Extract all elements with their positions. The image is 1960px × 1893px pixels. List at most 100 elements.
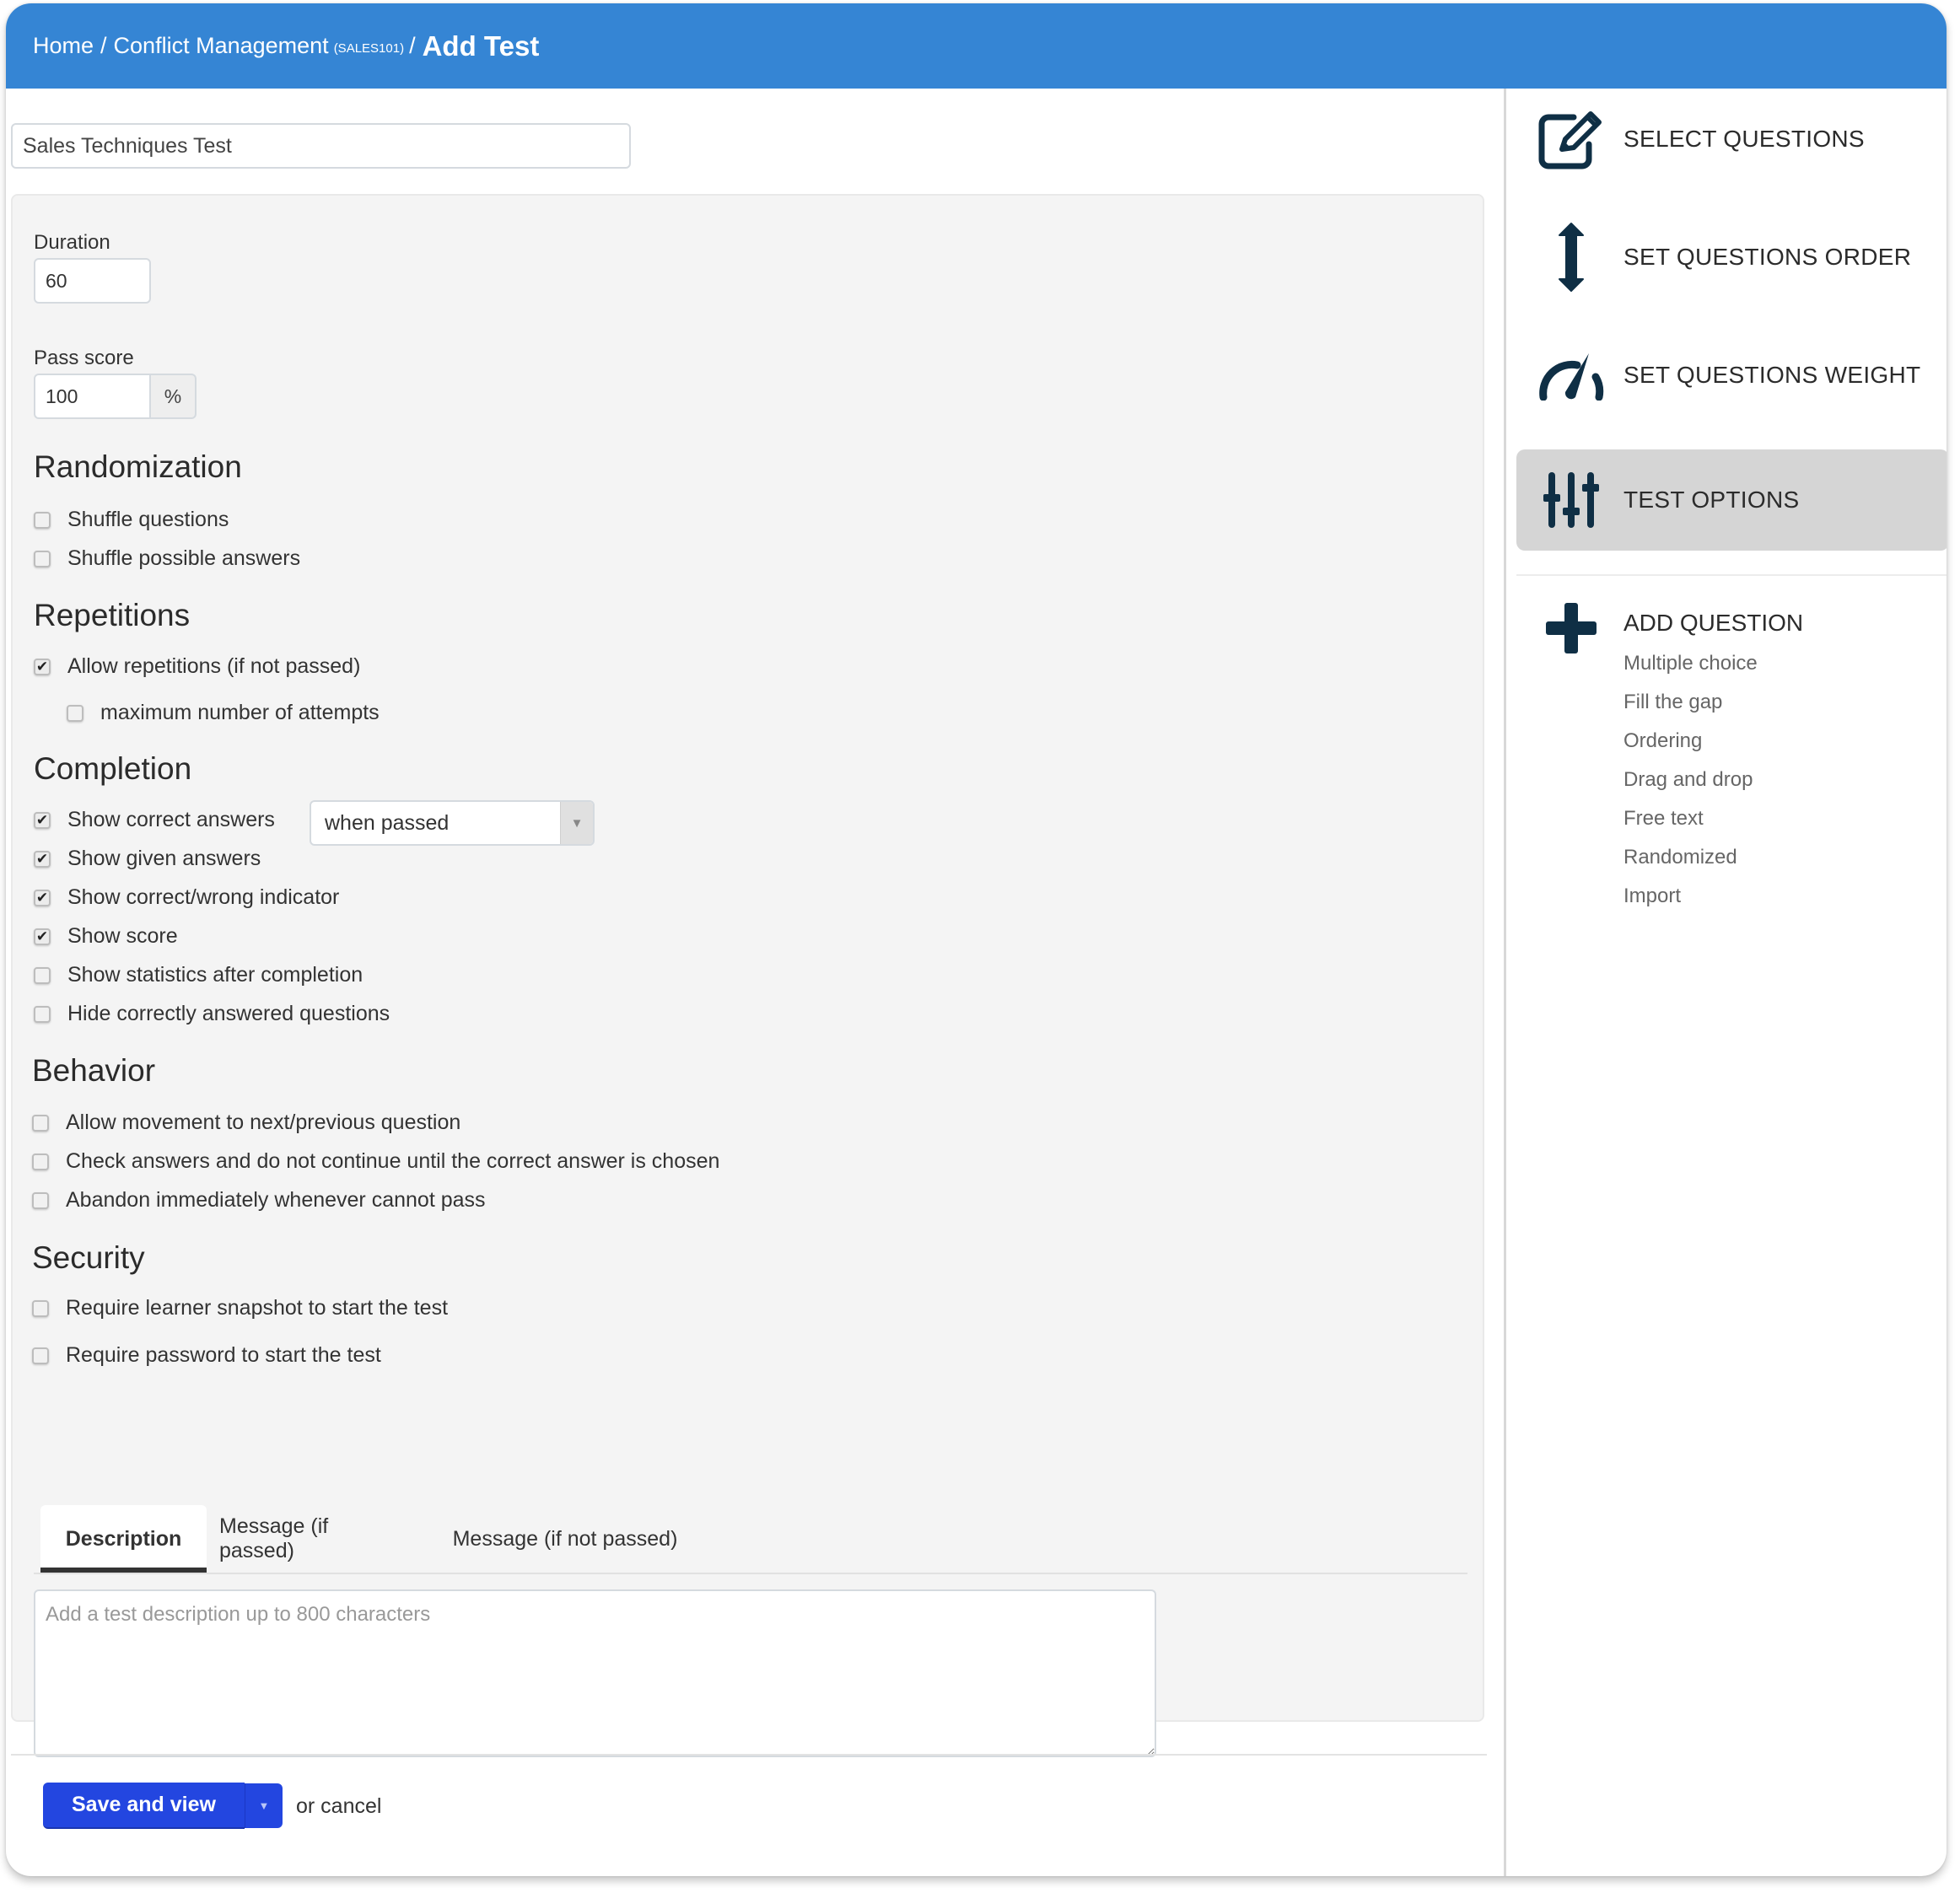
option-label: Show given answers xyxy=(67,847,261,870)
add-ordering-link[interactable]: Ordering xyxy=(1623,729,1702,753)
show-given-answers-checkbox[interactable]: ✔ xyxy=(34,850,51,868)
gauge-icon xyxy=(1536,340,1607,411)
main-content: Duration Pass score % Randomization Shuf… xyxy=(6,89,1504,1876)
option-label: Abandon immediately whenever cannot pass xyxy=(66,1188,486,1212)
option-label: Require password to start the test xyxy=(66,1343,381,1367)
cancel-link[interactable]: or cancel xyxy=(296,1792,381,1820)
breadcrumb-separator: / xyxy=(409,33,416,58)
show-indicator-option[interactable]: ✔ Show correct/wrong indicator xyxy=(34,885,339,910)
tab-message-passed[interactable]: Message (if passed) xyxy=(219,1505,405,1573)
abandon-checkbox[interactable] xyxy=(32,1191,49,1209)
allow-repetitions-checkbox[interactable]: ✔ xyxy=(34,658,51,675)
tab-description[interactable]: Description xyxy=(40,1505,207,1573)
page-title: Add Test xyxy=(422,30,540,62)
completion-heading: Completion xyxy=(34,751,192,786)
sidebar-item-label: SELECT QUESTIONS xyxy=(1623,126,1865,152)
sidebar-item-test-options[interactable]: TEST OPTIONS xyxy=(1516,449,1947,551)
save-button-group: Save and view ▼ xyxy=(43,1783,283,1829)
option-label: Show correct/wrong indicator xyxy=(67,885,340,909)
message-tabs: Description Message (if passed) Message … xyxy=(34,1505,1467,1574)
footer-divider xyxy=(11,1754,1487,1756)
sidebar-item-select-questions[interactable]: SELECT QUESTIONS xyxy=(1506,89,1947,190)
test-title-input[interactable] xyxy=(11,123,631,169)
max-attempts-option[interactable]: maximum number of attempts xyxy=(67,701,380,725)
add-multiple-choice-link[interactable]: Multiple choice xyxy=(1623,652,1758,675)
sidebar-divider xyxy=(1516,574,1947,576)
sidebar-item-label: SET QUESTIONS ORDER xyxy=(1623,244,1912,270)
show-score-option[interactable]: ✔ Show score xyxy=(34,924,178,949)
show-correct-answers-option[interactable]: ✔ Show correct answers xyxy=(34,808,275,832)
show-indicator-checkbox[interactable]: ✔ xyxy=(34,889,51,906)
shuffle-questions-checkbox[interactable] xyxy=(34,511,51,529)
sidebar-item-label: TEST OPTIONS xyxy=(1623,487,1800,513)
behavior-heading: Behavior xyxy=(32,1053,156,1088)
page-header: Home / Conflict Management (SALES101) / … xyxy=(6,3,1947,89)
require-snapshot-option[interactable]: Require learner snapshot to start the te… xyxy=(32,1296,448,1320)
sidebar-item-label: SET QUESTIONS WEIGHT xyxy=(1623,362,1921,388)
option-label: Allow movement to next/previous question xyxy=(66,1111,461,1134)
option-label: Shuffle possible answers xyxy=(67,546,301,570)
import-questions-link[interactable]: Import xyxy=(1623,885,1681,908)
add-randomized-link[interactable]: Randomized xyxy=(1623,846,1737,869)
require-password-option[interactable]: Require password to start the test xyxy=(32,1343,381,1368)
save-and-view-button[interactable]: Save and view xyxy=(43,1783,245,1829)
breadcrumb-separator: / xyxy=(100,33,107,58)
abandon-option[interactable]: Abandon immediately whenever cannot pass xyxy=(32,1188,486,1213)
sidebar-item-set-order[interactable]: SET QUESTIONS ORDER xyxy=(1506,207,1947,308)
duration-input[interactable] xyxy=(34,258,151,304)
save-options-dropdown[interactable]: ▼ xyxy=(244,1783,283,1828)
show-correct-answers-select[interactable]: when passed ▼ xyxy=(310,800,595,846)
add-drag-drop-link[interactable]: Drag and drop xyxy=(1623,768,1753,792)
option-label: maximum number of attempts xyxy=(100,701,380,724)
show-given-answers-option[interactable]: ✔ Show given answers xyxy=(34,847,261,871)
require-password-checkbox[interactable] xyxy=(32,1347,49,1364)
pass-score-input[interactable] xyxy=(34,374,151,419)
hide-correct-checkbox[interactable] xyxy=(34,1005,51,1023)
allow-movement-option[interactable]: Allow movement to next/previous question xyxy=(32,1111,460,1135)
breadcrumb-home[interactable]: Home xyxy=(33,33,94,59)
shuffle-answers-option[interactable]: Shuffle possible answers xyxy=(34,546,300,571)
show-statistics-checkbox[interactable] xyxy=(34,966,51,984)
add-free-text-link[interactable]: Free text xyxy=(1623,807,1704,831)
caret-down-icon: ▼ xyxy=(258,1799,270,1812)
require-snapshot-checkbox[interactable] xyxy=(32,1299,49,1317)
check-answers-checkbox[interactable] xyxy=(32,1153,49,1170)
sidebar: SELECT QUESTIONS SET QUESTIONS ORDER SET… xyxy=(1504,89,1947,1876)
option-label: Allow repetitions (if not passed) xyxy=(67,654,361,678)
option-label: Hide correctly answered questions xyxy=(67,1002,390,1025)
hide-correct-option[interactable]: Hide correctly answered questions xyxy=(34,1002,390,1026)
tab-message-not-passed[interactable]: Message (if not passed) xyxy=(430,1505,700,1573)
show-score-checkbox[interactable]: ✔ xyxy=(34,928,51,945)
show-correct-answers-checkbox[interactable]: ✔ xyxy=(34,811,51,829)
shuffle-answers-checkbox[interactable] xyxy=(34,550,51,567)
check-answers-option[interactable]: Check answers and do not continue until … xyxy=(32,1149,719,1174)
course-code: (SALES101) xyxy=(333,41,405,56)
sidebar-item-set-weight[interactable]: SET QUESTIONS WEIGHT xyxy=(1506,325,1947,426)
add-fill-gap-link[interactable]: Fill the gap xyxy=(1623,691,1722,714)
option-label: Check answers and do not continue until … xyxy=(66,1149,720,1173)
app-window: Home / Conflict Management (SALES101) / … xyxy=(6,3,1947,1876)
max-attempts-checkbox[interactable] xyxy=(67,704,83,722)
shuffle-questions-option[interactable]: Shuffle questions xyxy=(34,508,229,532)
percent-addon: % xyxy=(151,374,197,419)
test-options-panel: Duration Pass score % Randomization Shuf… xyxy=(11,194,1484,1757)
repetitions-heading: Repetitions xyxy=(34,598,191,632)
select-value: when passed xyxy=(325,810,450,835)
option-label: Show correct answers xyxy=(67,808,275,831)
breadcrumb-course[interactable]: Conflict Management xyxy=(114,33,329,59)
option-label: Shuffle questions xyxy=(67,508,229,531)
allow-movement-checkbox[interactable] xyxy=(32,1114,49,1132)
show-statistics-option[interactable]: Show statistics after completion xyxy=(34,963,363,987)
sliders-icon xyxy=(1536,465,1607,535)
vertical-arrows-icon xyxy=(1536,222,1607,293)
edit-icon xyxy=(1536,104,1607,175)
randomization-heading: Randomization xyxy=(34,449,242,484)
duration-label: Duration xyxy=(34,231,110,254)
pass-score-label: Pass score xyxy=(34,347,134,369)
description-textarea[interactable] xyxy=(34,1589,1156,1757)
option-label: Require learner snapshot to start the te… xyxy=(66,1296,449,1320)
plus-icon xyxy=(1536,593,1607,664)
chevron-down-icon[interactable]: ▼ xyxy=(560,802,593,844)
security-heading: Security xyxy=(32,1240,145,1275)
allow-repetitions-option[interactable]: ✔ Allow repetitions (if not passed) xyxy=(34,654,360,679)
